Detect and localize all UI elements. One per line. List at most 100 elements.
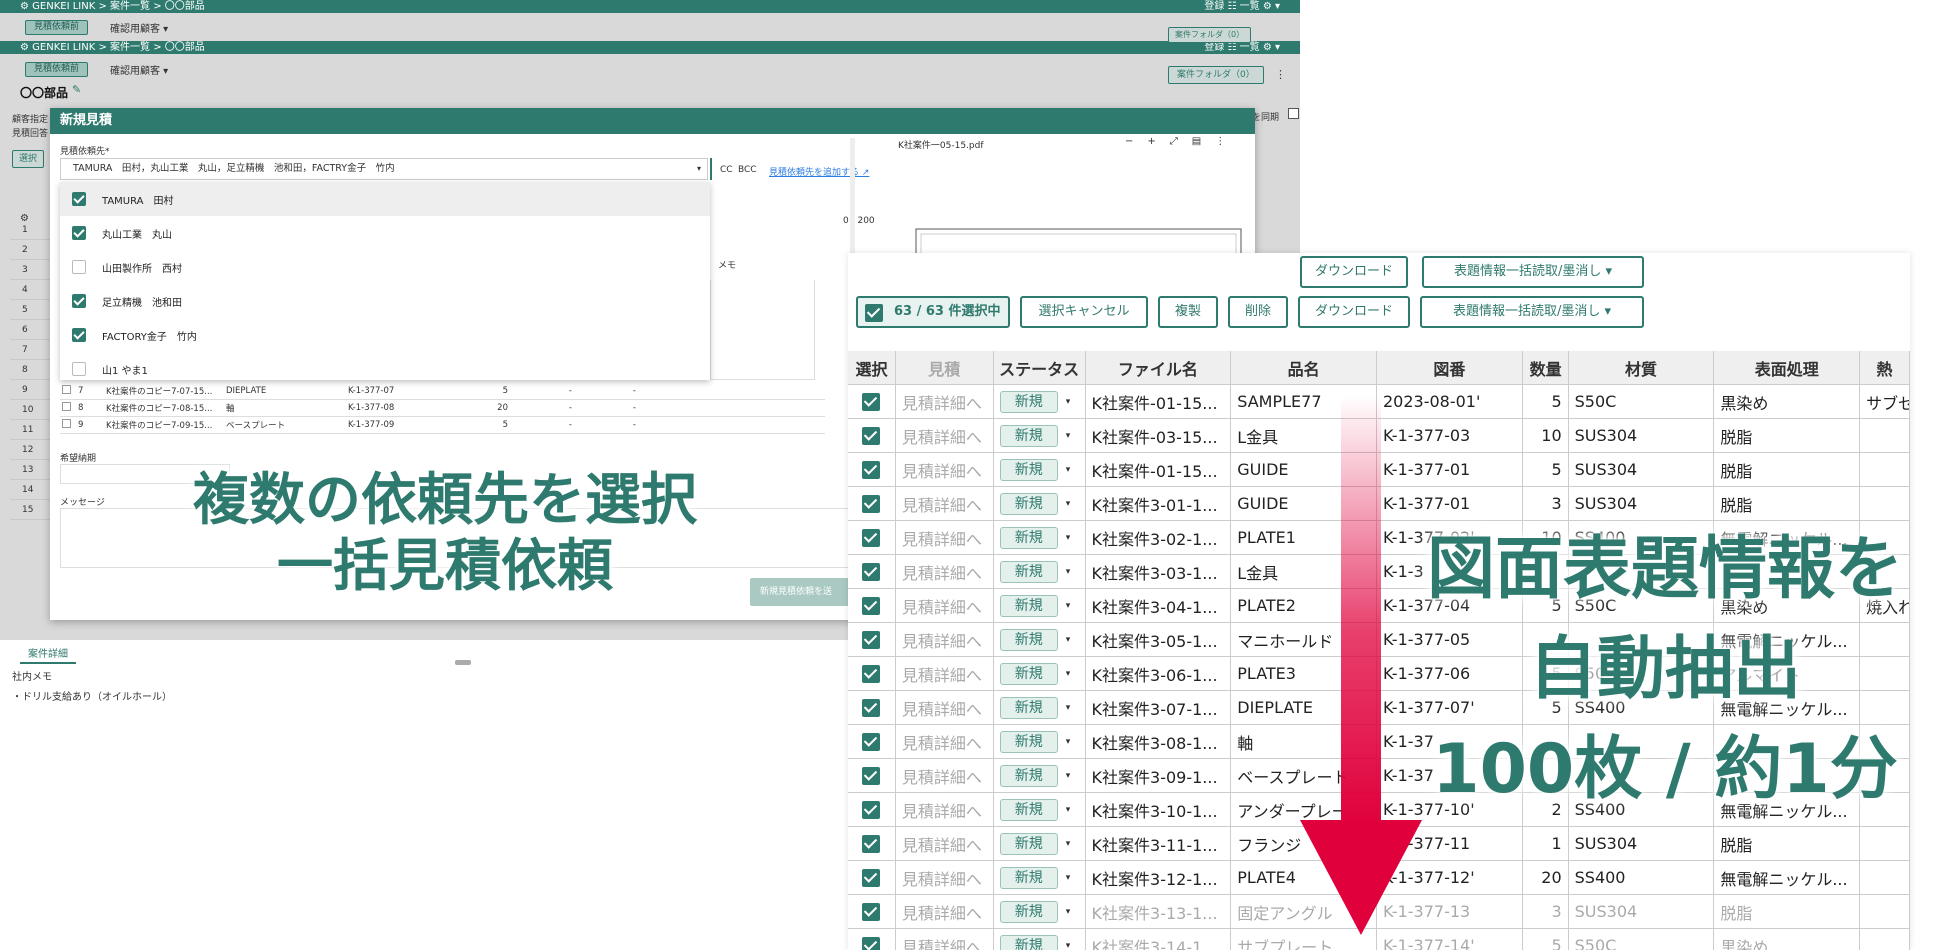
chevron-down-icon[interactable]: ▾ [1066,635,1071,645]
column-header[interactable]: ファイル名 [1086,351,1232,384]
row-select-cell[interactable] [848,623,896,656]
download-button[interactable]: ダウンロード [1298,296,1410,328]
status-cell[interactable]: 新規 ▾ [994,419,1086,452]
quote-detail-link[interactable]: 見積詳細へ [896,487,994,520]
delete-button[interactable]: 削除 [1228,296,1288,328]
chevron-down-icon[interactable]: ▾ [1066,601,1071,611]
status-cell[interactable]: 新規 ▾ [994,691,1086,724]
case-folder-button-back[interactable]: 案件フォルダ（0） [1168,27,1252,43]
status-badge[interactable]: 新規 [999,764,1058,787]
status-badge[interactable]: 新規 [999,492,1058,515]
quote-detail-link[interactable]: 見積詳細へ [896,555,994,588]
quote-detail-link[interactable]: 見積詳細へ [896,521,994,554]
status-badge[interactable]: 新規 [999,696,1058,719]
header-right-menu[interactable]: 登録 ☷ 一覧 ⚙ ▾ [1204,0,1280,13]
row-select-cell[interactable] [848,487,896,520]
row-checkbox[interactable] [862,732,881,751]
status-badge[interactable]: 新規 [999,730,1058,753]
row-checkbox[interactable] [862,392,881,411]
recipient-option[interactable]: 足立精機 池和田 [60,284,710,318]
row-checkbox[interactable] [862,494,881,513]
row-select-cell[interactable] [848,691,896,724]
column-header[interactable]: 表面処理 [1714,351,1861,384]
status-cell[interactable]: 新規 ▾ [994,623,1086,656]
row-checkbox[interactable] [862,766,881,785]
row-checkbox[interactable] [862,902,881,921]
fit-icon[interactable]: ⤢ [1170,136,1178,147]
option-checkbox[interactable] [72,192,86,206]
status-badge[interactable]: 新規 [999,390,1058,413]
status-cell[interactable]: 新規 ▾ [994,521,1086,554]
status-badge[interactable]: 新規 [999,628,1058,651]
title-read-button[interactable]: 表題情報一括読取/墨消し ▾ [1420,296,1644,328]
column-header[interactable]: 熱 [1860,351,1910,384]
status-badge[interactable]: 新規 [999,458,1058,481]
status-cell[interactable]: 新規 ▾ [994,929,1086,950]
row-checkbox[interactable] [862,834,881,853]
row-select-cell[interactable] [848,861,896,894]
status-cell[interactable]: 新規 ▾ [994,487,1086,520]
row-select-cell[interactable] [848,419,896,452]
more-vert-icon[interactable]: ⋮ [1275,68,1286,81]
customer-select[interactable]: 確認用顧客 ▾ [110,20,168,35]
quote-detail-link[interactable]: 見積詳細へ [896,623,994,656]
column-header[interactable]: 材質 [1569,351,1715,384]
quote-detail-link[interactable]: 見積詳細へ [896,419,994,452]
row-select-cell[interactable] [848,589,896,622]
chevron-down-icon[interactable]: ▾ [697,159,701,179]
sync-checkbox[interactable] [1288,108,1299,119]
column-header[interactable]: 見積 [896,351,994,384]
quote-detail-link[interactable]: 見積詳細へ [896,827,994,860]
quote-detail-link[interactable]: 見積詳細へ [896,657,994,690]
status-cell[interactable]: 新規 ▾ [994,725,1086,758]
row-select-cell[interactable] [848,759,896,792]
status-cell[interactable]: 新規 ▾ [994,827,1086,860]
status-badge[interactable]: 新規 [999,832,1058,855]
status-cell[interactable]: 新規 ▾ [994,793,1086,826]
row-checkbox[interactable] [60,385,78,397]
option-checkbox[interactable] [72,294,86,308]
row-checkbox[interactable] [862,800,881,819]
chevron-down-icon[interactable]: ▾ [1066,805,1071,815]
zoom-in-icon[interactable]: + [1147,136,1155,147]
duplicate-button[interactable]: 複製 [1158,296,1218,328]
recipient-option[interactable]: 山田製作所 西村 [60,250,710,284]
status-badge[interactable]: 新規 [999,560,1058,583]
breadcrumb[interactable]: > 案件一覧 > 〇〇部品 [98,42,204,53]
quote-detail-link[interactable]: 見積詳細へ [896,759,994,792]
row-select-cell[interactable] [848,827,896,860]
selection-count-badge[interactable]: 63 / 63 件選択中 [856,296,1010,328]
status-badge[interactable]: 新規 [999,662,1058,685]
tab-case-detail[interactable]: 案件詳細 [20,645,76,664]
row-checkbox[interactable] [862,698,881,717]
quote-detail-link[interactable]: 見積詳細へ [896,793,994,826]
zoom-out-icon[interactable]: − [1125,136,1133,147]
row-checkbox[interactable] [862,596,881,615]
row-select-cell[interactable] [848,929,896,950]
status-badge[interactable]: 新規 [999,526,1058,549]
row-checkbox[interactable] [862,562,881,581]
chevron-down-icon[interactable]: ▾ [1066,397,1071,407]
row-select-cell[interactable] [848,555,896,588]
status-badge[interactable]: 新規 [999,424,1058,447]
column-header[interactable]: 選択 [848,351,896,384]
chevron-down-icon[interactable]: ▾ [1066,669,1071,679]
row-select-cell[interactable] [848,453,896,486]
chevron-down-icon[interactable]: ▾ [1066,465,1071,475]
column-header[interactable]: 図番 [1377,351,1523,384]
chevron-down-icon[interactable]: ▾ [1066,907,1071,917]
chevron-down-icon[interactable]: ▾ [1066,499,1071,509]
title-read-button-back[interactable]: 表題情報一括読取/墨消し ▾ [1422,256,1644,288]
row-select-cell[interactable] [848,725,896,758]
chevron-down-icon[interactable]: ▾ [1066,567,1071,577]
row-checkbox[interactable] [862,868,881,887]
status-badge[interactable]: 新規 [999,866,1058,889]
select-all-checkbox[interactable] [865,304,883,322]
case-folder-button[interactable]: 案件フォルダ（0） [1168,66,1264,84]
chevron-down-icon[interactable]: ▾ [1066,839,1071,849]
column-header[interactable]: ステータス [994,351,1086,384]
edit-pencil-icon[interactable]: ✎ [72,83,81,96]
row-checkbox[interactable] [60,419,78,431]
chevron-down-icon[interactable]: ▾ [1066,533,1071,543]
recipient-option[interactable]: 丸山工業 丸山 [60,216,710,250]
